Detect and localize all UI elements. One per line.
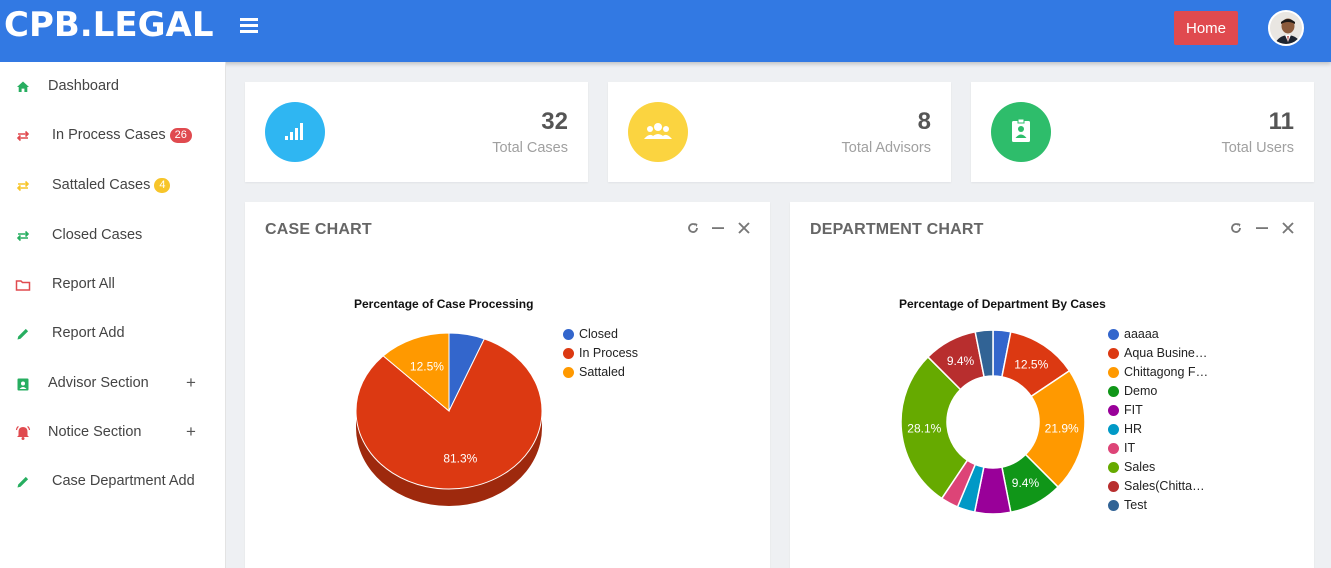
minimize-icon[interactable] — [710, 220, 726, 236]
legend-label: HR — [1124, 422, 1143, 436]
legend-swatch — [1108, 443, 1119, 454]
exchange-icon — [16, 180, 30, 192]
data-label: 9.4% — [1012, 476, 1040, 490]
legend-label: Closed — [579, 327, 618, 341]
close-icon[interactable] — [1280, 220, 1296, 236]
legend-swatch — [563, 329, 574, 340]
stat-card-total-cases: 32 Total Cases — [245, 82, 588, 182]
legend-label: Demo — [1124, 384, 1158, 398]
bell-icon — [15, 425, 31, 440]
sidebar-item-label: Case Department Add — [52, 473, 195, 489]
sidebar-item-advisor-section[interactable]: Advisor Section + — [0, 364, 226, 404]
sidebar-item-label: In Process Cases — [52, 127, 166, 143]
legend-label: Sales(Chitta… — [1124, 479, 1205, 493]
legend-label: IT — [1124, 441, 1136, 455]
count-badge: 26 — [169, 128, 192, 143]
exchange-icon — [16, 230, 30, 242]
legend-swatch — [1108, 462, 1119, 473]
avatar[interactable] — [1268, 10, 1304, 46]
pencil-icon — [17, 328, 29, 340]
stat-label: Total Advisors — [841, 140, 931, 156]
stat-label: Total Users — [1221, 140, 1294, 156]
sidebar-item-label: Closed Cases — [52, 227, 143, 243]
legend-swatch — [1108, 424, 1119, 435]
sidebar-item-label: Notice Section — [48, 424, 142, 440]
chart-title: Percentage of Department By Cases — [899, 297, 1106, 311]
refresh-icon[interactable] — [1228, 220, 1244, 236]
exchange-icon — [16, 130, 30, 142]
data-label: 81.3% — [443, 451, 477, 465]
sidebar-item-sattaled-cases[interactable]: Sattaled Cases 4 — [0, 166, 226, 206]
legend-swatch — [1108, 329, 1119, 340]
sidebar-item-label: Sattaled Cases — [52, 177, 151, 193]
sidebar-item-label: Dashboard — [48, 78, 119, 94]
legend-label: Sales — [1124, 460, 1156, 474]
legend-label: FIT — [1124, 403, 1143, 417]
stat-label: Total Cases — [492, 140, 568, 156]
sidebar-item-in-process-cases[interactable]: In Process Cases 26 — [0, 116, 226, 156]
sidebar: Dashboard In Process Cases 26 Sattaled Ca… — [0, 62, 226, 568]
refresh-icon[interactable] — [685, 220, 701, 236]
sidebar-item-label: Report Add — [52, 325, 125, 341]
panel-title: DEPARTMENT CHART — [810, 221, 984, 238]
stat-card-total-users: 11 Total Users — [971, 82, 1314, 182]
legend-label: In Process — [579, 346, 639, 360]
expand-icon[interactable]: + — [186, 373, 196, 393]
data-label: 9.4% — [947, 354, 975, 368]
panel-title: CASE CHART — [265, 221, 372, 238]
count-badge: 4 — [154, 178, 171, 193]
data-label: 28.1% — [907, 422, 941, 436]
brand-logo[interactable]: CPB.LEGAL — [4, 5, 213, 45]
legend-swatch — [1108, 386, 1119, 397]
sidebar-item-label: Advisor Section — [48, 375, 149, 391]
data-label: 12.5% — [410, 359, 444, 373]
legend-swatch — [1108, 348, 1119, 359]
folder-icon — [15, 280, 31, 291]
minimize-icon[interactable] — [1254, 220, 1270, 236]
legend-swatch — [1108, 500, 1119, 511]
stat-value: 32 — [541, 108, 568, 135]
legend-swatch — [1108, 405, 1119, 416]
case-pie-chart: 81.3% 12.5% — [355, 332, 543, 506]
top-navbar: CPB.LEGAL Home — [0, 0, 1331, 62]
signal-icon — [265, 102, 325, 162]
department-chart-panel: DEPARTMENT CHART Percentage of Departmen… — [790, 202, 1314, 568]
menu-toggle-icon[interactable] — [240, 18, 258, 34]
expand-icon[interactable]: + — [186, 422, 196, 442]
legend-label: Chittagong F… — [1124, 365, 1209, 379]
user-photo-icon — [1270, 12, 1302, 44]
legend-swatch — [1108, 481, 1119, 492]
chart-title: Percentage of Case Processing — [354, 297, 534, 311]
sidebar-item-dashboard[interactable]: Dashboard — [0, 67, 226, 107]
data-label: 21.9% — [1045, 422, 1079, 436]
data-label: 12.5% — [1014, 358, 1048, 372]
home-icon — [17, 81, 29, 92]
home-button[interactable]: Home — [1174, 11, 1238, 45]
pencil-icon — [17, 476, 29, 488]
legend-swatch — [1108, 367, 1119, 378]
stat-value: 8 — [917, 108, 931, 135]
sidebar-item-label: Report All — [52, 276, 115, 292]
legend-label: Aqua Busine… — [1124, 346, 1208, 360]
sidebar-item-notice-section[interactable]: Notice Section + — [0, 413, 226, 453]
legend-label: Test — [1124, 498, 1147, 512]
sidebar-item-report-all[interactable]: Report All — [0, 265, 226, 305]
sidebar-item-case-department-add[interactable]: Case Department Add — [0, 462, 226, 502]
stat-value: 11 — [1268, 108, 1294, 135]
sidebar-item-report-add[interactable]: Report Add — [0, 314, 226, 354]
legend-label: aaaaa — [1124, 327, 1159, 341]
legend-swatch — [563, 348, 574, 359]
stat-card-total-advisors: 8 Total Advisors — [608, 82, 951, 182]
legend-label: Sattaled — [579, 365, 625, 379]
close-icon[interactable] — [736, 220, 752, 236]
department-donut-chart: 12.5% 21.9% 9.4% 28.1% 9.4% — [900, 329, 1086, 515]
sidebar-item-closed-cases[interactable]: Closed Cases — [0, 216, 226, 256]
badge-icon — [17, 378, 29, 391]
id-badge-icon — [991, 102, 1051, 162]
users-icon — [628, 102, 688, 162]
legend-swatch — [563, 367, 574, 378]
case-chart-panel: CASE CHART Percentage of Case Processing… — [245, 202, 770, 568]
